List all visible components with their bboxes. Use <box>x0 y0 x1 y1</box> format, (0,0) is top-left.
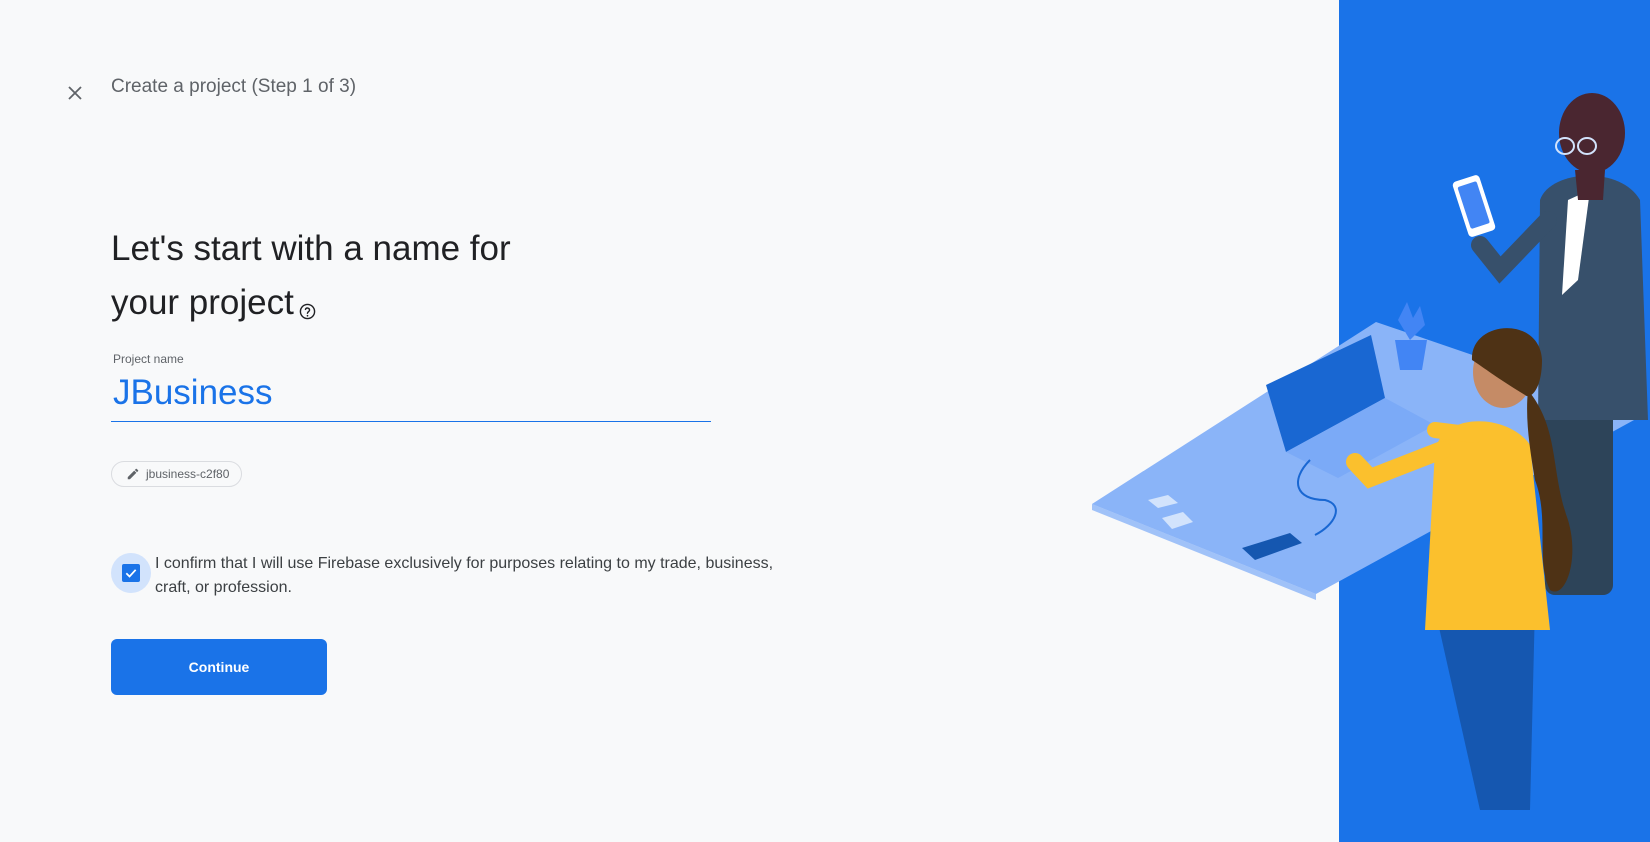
step-title: Create a project (Step 1 of 3) <box>111 76 357 97</box>
page-heading: Let's start with a name for your project <box>111 222 671 336</box>
confirm-row: I confirm that I will use Firebase exclu… <box>111 553 791 600</box>
project-illustration <box>1092 0 1650 842</box>
close-button[interactable] <box>61 79 89 107</box>
project-id-text: jbusiness-c2f80 <box>146 467 230 481</box>
checkmark-icon <box>125 569 137 578</box>
continue-button[interactable]: Continue <box>111 639 327 695</box>
heading-line-2: your project <box>111 283 294 322</box>
project-name-label: Project name <box>113 352 184 366</box>
close-icon <box>68 86 82 100</box>
plant-pot <box>1395 340 1427 370</box>
project-name-input[interactable] <box>111 373 711 422</box>
confirm-checkbox[interactable] <box>111 553 151 593</box>
checkbox-box <box>122 564 140 582</box>
project-id-chip[interactable]: jbusiness-c2f80 <box>111 461 243 487</box>
man-head <box>1559 93 1625 173</box>
project-name-field: Project name <box>111 352 711 422</box>
pencil-icon <box>127 468 139 480</box>
confirm-text: I confirm that I will use Firebase exclu… <box>155 555 774 596</box>
man-hoodie <box>1538 175 1648 420</box>
help-circle-icon[interactable] <box>299 282 316 336</box>
man-neck <box>1575 170 1605 200</box>
woman-arm-2 <box>1427 422 1483 443</box>
heading-line-1: Let's start with a name for <box>111 229 511 268</box>
